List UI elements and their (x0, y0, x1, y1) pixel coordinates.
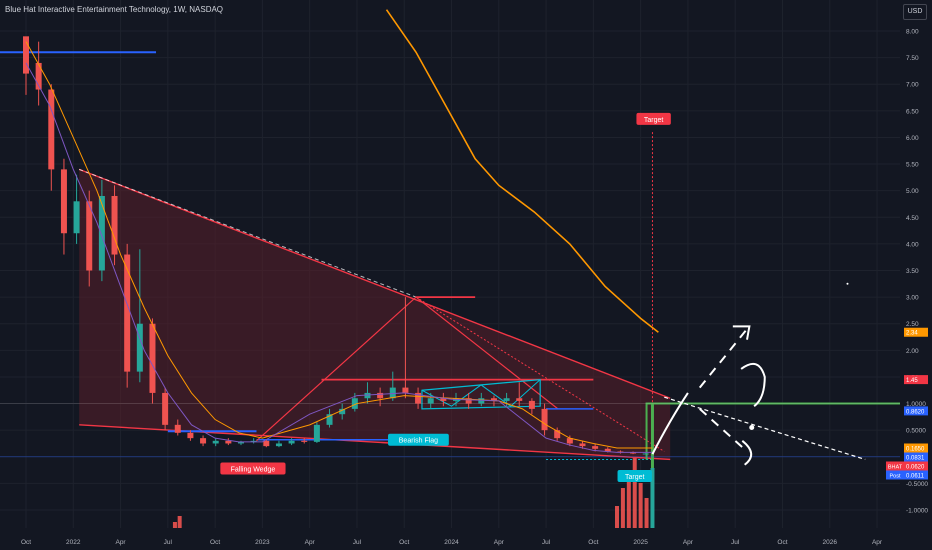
price-tick-label: 7.50 (906, 55, 919, 62)
price-label-text: 0.0620 (906, 464, 925, 470)
candle-body (592, 446, 599, 449)
time-tick-label: Apr (305, 539, 316, 546)
candle-body (212, 440, 219, 444)
volume-bar (177, 516, 182, 528)
time-tick-label: Jul (542, 539, 551, 546)
candle-body (642, 453, 649, 455)
volume-bar (615, 506, 619, 528)
price-tick-label: 3.50 (906, 268, 919, 275)
candle-body (174, 424, 181, 433)
time-tick-label: Oct (588, 539, 598, 546)
time-tick-label: Oct (399, 539, 409, 546)
price-tick-label: 3.00 (906, 295, 919, 302)
price-tick-label: 5.00 (906, 188, 919, 195)
price-tick-label: 8.00 (906, 29, 919, 36)
time-tick-label: Apr (872, 539, 883, 546)
time-tick-label: 2026 (823, 539, 838, 546)
price-tick-label: -1.0000 (906, 508, 928, 515)
price-tick-label: 2.00 (906, 348, 919, 355)
price-tick-label: 0.5000 (906, 428, 926, 435)
time-tick-label: Apr (494, 539, 505, 546)
candle-body (136, 323, 143, 372)
candle-body (516, 398, 523, 401)
candle-body (73, 201, 80, 234)
price-tag-text: BHAT (888, 464, 903, 470)
candle-body (187, 432, 194, 439)
pattern-label-text: Target (625, 474, 645, 481)
time-tick-label: Jul (164, 539, 173, 546)
time-tick-label: Apr (683, 539, 694, 546)
candle-body (313, 424, 320, 442)
price-label-text: 0.1650 (906, 446, 925, 452)
price-label-text: 0.0831 (906, 455, 925, 461)
candle-body (427, 398, 434, 404)
price-tick-label: 2.50 (906, 321, 919, 328)
price-tick-label: 6.00 (906, 135, 919, 142)
price-label-text: 2.34 (906, 331, 918, 337)
candle-body (402, 387, 409, 393)
candle-body (541, 408, 548, 431)
candle-body (98, 195, 105, 271)
drawn-up-arrow (698, 328, 748, 389)
candle-body (528, 400, 535, 409)
price-label-text: 0.8620 (906, 409, 925, 415)
drawn-question-mark (740, 362, 766, 408)
drawn-question-dot (749, 425, 755, 431)
candle-body (503, 398, 510, 401)
price-chart[interactable]: Falling Wedge Bearish Flag Target Target 8.… (0, 0, 932, 550)
price-tick-label: -0.5000 (906, 481, 928, 488)
drawn-wedge-extension (664, 396, 866, 461)
volume-bar (620, 488, 625, 528)
candle-body (124, 254, 131, 372)
hand-drawn-annotations (651, 282, 866, 466)
price-tick-label: 4.50 (906, 215, 919, 222)
currency-button[interactable]: USD (903, 4, 927, 20)
candle-body (225, 440, 232, 444)
candle-body (579, 443, 586, 447)
candle-body (162, 392, 169, 425)
price-tag-text: Post (889, 473, 900, 479)
volume-bar (638, 483, 643, 528)
price-tick-label: 4.00 (906, 241, 919, 248)
time-tick-label: 2022 (66, 539, 81, 546)
candle-body (200, 438, 207, 444)
time-tick-label: Jul (731, 539, 740, 546)
time-tick-label: 2024 (444, 539, 459, 546)
price-label-text: 0.0611 (906, 473, 925, 479)
candle-body (263, 440, 270, 447)
time-tick-label: Oct (210, 539, 220, 546)
candle-body (86, 201, 93, 271)
price-label-text: 1.45 (906, 378, 918, 384)
volume-bar (644, 498, 649, 528)
candle-body (111, 195, 118, 255)
candle-body (149, 323, 156, 393)
drawn-arrowhead-down (741, 440, 753, 466)
candle-body (275, 443, 282, 447)
volume-bar (172, 522, 177, 528)
stray-dot (846, 282, 849, 285)
time-tick-label: 2023 (255, 539, 270, 546)
candle-body (478, 398, 485, 404)
pattern-label-text: Target (644, 117, 664, 124)
time-tick-label: 2025 (633, 539, 648, 546)
price-tick-label: 5.50 (906, 162, 919, 169)
candle-body (288, 440, 295, 444)
candle-body (60, 169, 67, 234)
time-tick-label: Jul (353, 539, 362, 546)
chart-title: Blue Hat Interactive Entertainment Techn… (5, 5, 224, 14)
price-tick-label: 6.50 (906, 108, 919, 115)
pattern-label-text: Bearish Flag (399, 438, 438, 445)
pattern-label-text: Falling Wedge (231, 466, 276, 473)
candle-body (389, 387, 396, 399)
volume-bar (632, 458, 637, 528)
time-axis[interactable]: Oct 2022 Apr Jul Oct 2023 Apr Jul Oct 2024 Apr Jul O… (0, 528, 900, 550)
time-tick-label: Oct (21, 539, 31, 546)
time-tick-label: Apr (115, 539, 126, 546)
time-tick-label: Oct (777, 539, 787, 546)
candle-body (301, 440, 308, 442)
candle-body (48, 89, 55, 170)
price-tick-label: 7.00 (906, 82, 919, 89)
